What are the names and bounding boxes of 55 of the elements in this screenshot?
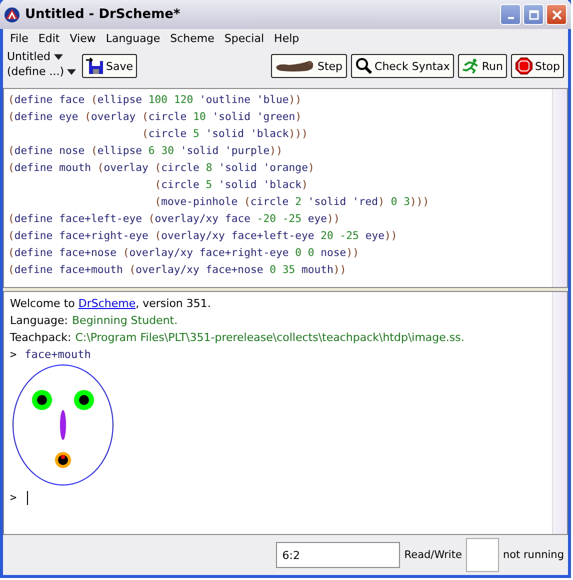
- step-button[interactable]: Step: [271, 54, 347, 78]
- stop-button[interactable]: Stop: [510, 54, 564, 78]
- menu-item[interactable]: Language: [100, 32, 166, 45]
- code-line: (circle 5 'solid 'black): [154, 178, 309, 193]
- save-button[interactable]: Save: [82, 54, 138, 78]
- scrollbar[interactable]: [552, 89, 567, 287]
- run-button[interactable]: Run: [458, 54, 507, 78]
- menu-item[interactable]: Help: [269, 32, 304, 45]
- code-line: (define face+right-eye (overlay/xy face+left-eye 20 -25 eye)): [8, 229, 398, 244]
- info-label: Teachpack:: [10, 330, 72, 346]
- position-field: 6:2: [276, 542, 400, 568]
- menu-item[interactable]: Special: [219, 32, 270, 45]
- info-value: Beginning Student.: [72, 313, 178, 329]
- code-line: (define face (ellipse 100 120 'outline 'blue)): [8, 93, 303, 108]
- menu-item[interactable]: Scheme: [165, 32, 220, 45]
- code-line: (define mouth (overlay (circle 8 'solid 'orange): [8, 161, 316, 176]
- mode-label: Read/Write: [404, 549, 462, 561]
- file-dropdown[interactable]: Untitled: [7, 50, 76, 63]
- code-line: (circle 5 'solid 'black))): [140, 127, 309, 142]
- entered-expression: face+mouth: [24, 347, 91, 363]
- info-value: C:\Program Files\PLT\351-prerelease\collects\teachpack\htdp\image.ss.: [75, 330, 464, 346]
- lambda-logo-icon: [4, 6, 20, 22]
- code-line: (define face+mouth (overlay/xy face+nose 0 35 mouth)): [8, 263, 348, 278]
- welcome-message: Welcome to DrScheme, version 351.: [10, 296, 212, 312]
- indicator-box: [466, 538, 499, 572]
- menu-item[interactable]: Edit: [33, 32, 65, 45]
- define-dropdown[interactable]: (define ...): [7, 65, 76, 78]
- close-button[interactable]: [546, 4, 567, 25]
- scrollbar[interactable]: [552, 292, 567, 534]
- run-state-label: not running: [502, 549, 564, 561]
- minimize-icon: [508, 17, 514, 19]
- menu-item[interactable]: View: [64, 32, 101, 45]
- drscheme-link[interactable]: DrScheme: [78, 297, 136, 310]
- floppy-disk-icon: [86, 57, 104, 75]
- check-syntax-button[interactable]: Check Syntax: [350, 54, 454, 78]
- search-icon: [354, 57, 373, 75]
- running-figure-icon: [462, 57, 480, 75]
- menu-item[interactable]: File: [5, 32, 34, 45]
- code-line: (define nose (ellipse 6 30 'solid 'purple)): [8, 144, 284, 159]
- text-cursor: [26, 490, 28, 504]
- code-line: (define face+nose (overlay/xy face+right-eye 0 0 nose)): [8, 246, 360, 261]
- definitions-editor[interactable]: [3, 88, 568, 288]
- code-line: (define face+left-eye (overlay/xy face -20 -25 eye)): [8, 212, 341, 227]
- code-line: (move-pinhole (circle 2 'solid 'red) 0 3))): [154, 195, 430, 210]
- maximize-button[interactable]: [523, 4, 544, 25]
- maximize-icon: [528, 10, 538, 20]
- code-line: (define eye (overlay (circle 10 'solid 'green): [8, 110, 303, 125]
- window-title: Untitled - DrScheme*: [25, 7, 182, 22]
- prompt: >: [10, 347, 17, 363]
- minimize-button[interactable]: [500, 4, 521, 25]
- stop-sign-icon: [514, 57, 533, 75]
- info-label: Language:: [10, 313, 68, 329]
- prompt: >: [10, 490, 17, 506]
- close-icon: [552, 10, 562, 20]
- interactions-panel[interactable]: Welcome to DrScheme, version 351. Language: Beginning Student. Teachpack: C:\Program Files\PLT\351-prerelease\collects\teachpack\htdp\image.ss. > face+mouth >: [3, 291, 568, 535]
